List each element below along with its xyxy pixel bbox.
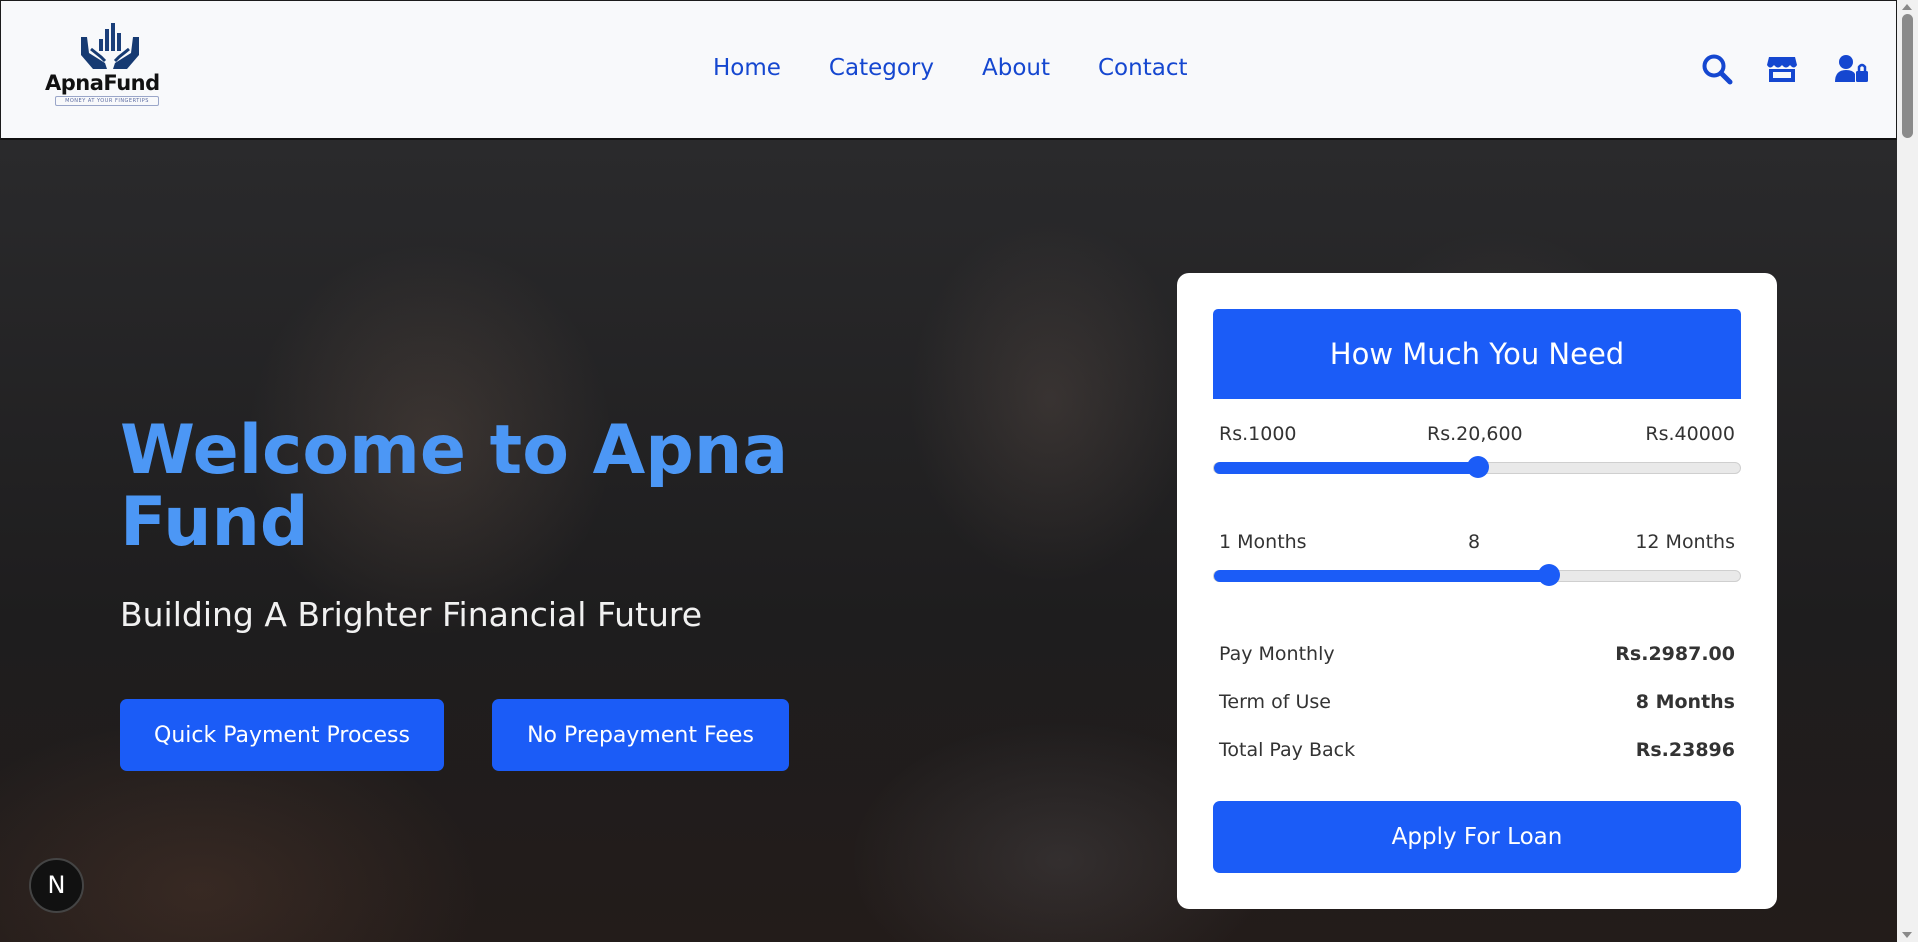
no-prepayment-button[interactable]: No Prepayment Fees [492,699,789,771]
pay-monthly-row: Pay Monthly Rs.2987.00 [1219,643,1735,665]
amount-slider-thumb[interactable] [1467,456,1490,478]
nav-category[interactable]: Category [829,55,934,81]
total-pay-back-label: Total Pay Back [1219,739,1356,761]
scroll-down-arrow-icon[interactable] [1902,932,1912,938]
amount-slider[interactable] [1213,456,1741,478]
amount-slider-fill [1214,462,1479,474]
nextjs-badge-icon[interactable]: N [29,858,84,913]
term-of-use-label: Term of Use [1219,691,1331,713]
brand-logo[interactable]: ApnaFund MONEY AT YOUR FINGERTIPS [43,23,173,109]
loan-calculator-card: How Much You Need Rs.1000 Rs.20,600 Rs.4… [1177,273,1777,909]
term-max-label: 12 Months [1635,531,1735,553]
nav-about[interactable]: About [982,55,1050,81]
calculator-title: How Much You Need [1213,309,1741,399]
store-icon[interactable] [1766,55,1798,88]
term-slider[interactable] [1213,564,1741,586]
hero-subtitle: Building A Brighter Financial Future [120,595,703,634]
hero-section: Welcome to Apna Fund Building A Brighter… [0,140,1897,942]
site-header: ApnaFund MONEY AT YOUR FINGERTIPS Home C… [0,0,1897,140]
term-min-label: 1 Months [1219,531,1307,553]
amount-value-label: Rs.20,600 [1427,423,1523,445]
brand-name: ApnaFund [45,71,160,95]
term-value-label: 8 [1468,531,1481,553]
main-nav: Home Category About Contact [713,55,1187,81]
amount-min-label: Rs.1000 [1219,423,1297,445]
term-slider-thumb[interactable] [1537,564,1560,586]
nav-contact[interactable]: Contact [1098,55,1187,81]
nav-home[interactable]: Home [713,55,781,81]
pay-monthly-label: Pay Monthly [1219,643,1335,665]
apply-for-loan-button[interactable]: Apply For Loan [1213,801,1741,873]
total-pay-back-row: Total Pay Back Rs.23896 [1219,739,1735,761]
brand-tagline: MONEY AT YOUR FINGERTIPS [55,96,159,106]
term-slider-fill [1214,570,1549,582]
search-icon[interactable] [1701,53,1733,90]
term-of-use-row: Term of Use 8 Months [1219,691,1735,713]
term-of-use-value: 8 Months [1635,691,1735,713]
quick-payment-button[interactable]: Quick Payment Process [120,699,444,771]
hands-logo-icon [81,23,139,69]
hero-title: Welcome to Apna Fund [120,411,789,562]
page-scrollbar[interactable] [1897,0,1918,942]
user-lock-icon[interactable] [1835,54,1869,89]
total-pay-back-value: Rs.23896 [1635,739,1735,761]
scrollbar-thumb[interactable] [1902,14,1913,138]
header-actions [1701,53,1881,87]
pay-monthly-value: Rs.2987.00 [1615,643,1735,665]
scroll-up-arrow-icon[interactable] [1902,4,1912,10]
amount-max-label: Rs.40000 [1645,423,1735,445]
